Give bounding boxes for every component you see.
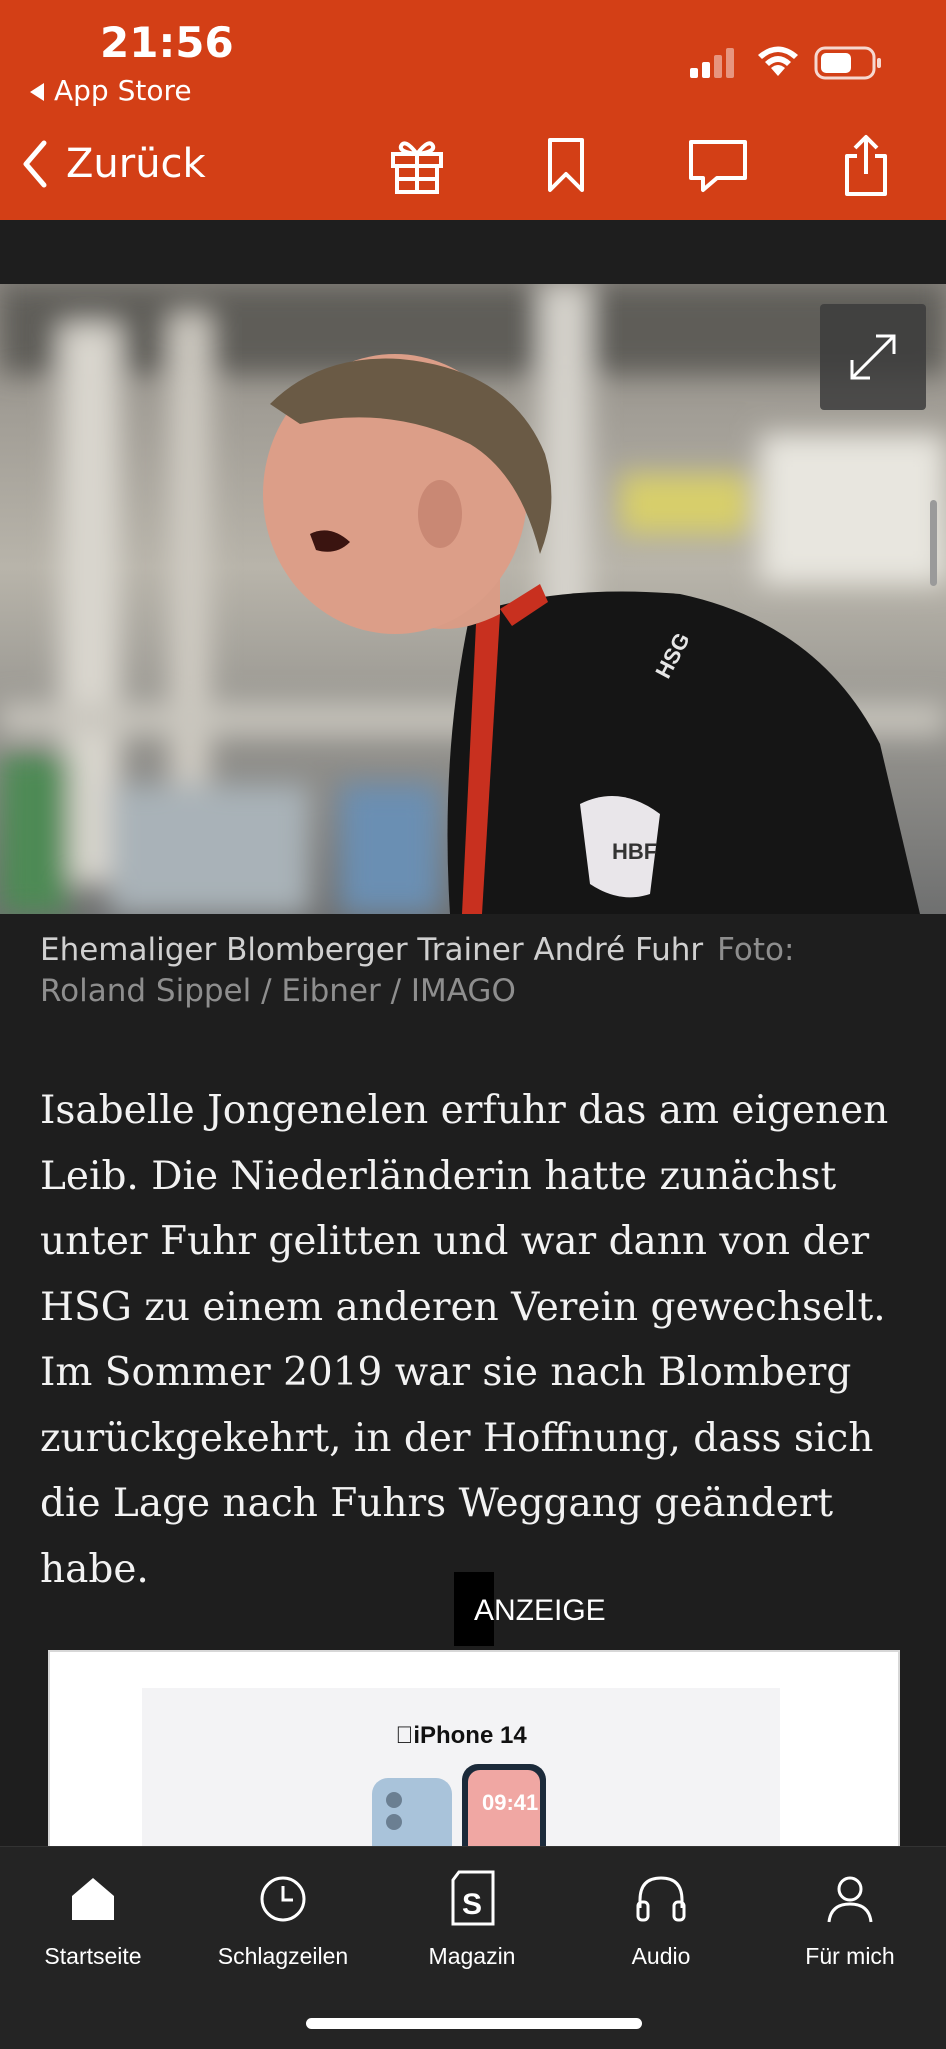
coach-photo: HBF HSG: [0, 284, 946, 914]
back-button[interactable]: Zurück: [20, 136, 206, 192]
clock-icon: [260, 1876, 306, 1922]
svg-text:HBF: HBF: [612, 839, 657, 864]
expand-icon: [850, 334, 896, 380]
tab-schlagzeilen[interactable]: Schlagzeilen: [188, 1869, 378, 1970]
comments-button[interactable]: [686, 134, 750, 198]
share-icon: [845, 135, 887, 196]
back-triangle-icon: [30, 83, 44, 101]
tab-label-startseite: Startseite: [44, 1943, 142, 1969]
tab-label-magazin: Magazin: [428, 1943, 516, 1969]
tab-audio[interactable]: Audio: [566, 1869, 756, 1970]
svg-text:S: S: [462, 1888, 482, 1921]
gift-button[interactable]: [385, 134, 449, 198]
tab-fuer-mich[interactable]: Für mich: [755, 1869, 945, 1970]
tab-label-audio: Audio: [631, 1943, 691, 1969]
ad-screen-time: 09:41: [482, 1790, 538, 1815]
caption-text: Ehemaliger Blomberger Trainer André Fuhr: [40, 932, 704, 968]
ad-brand-text: iPhone 14: [404, 1722, 526, 1749]
apple-logo-icon: : [395, 1722, 413, 1749]
status-bar: 21:56 App Store: [0, 0, 946, 110]
fullscreen-button[interactable]: [820, 304, 926, 410]
home-icon: [72, 1878, 114, 1920]
cellular-signal-icon: [690, 48, 734, 78]
tab-startseite[interactable]: Startseite: [0, 1869, 188, 1970]
status-time: 21:56: [100, 18, 234, 67]
tab-label-fuer-mich: Für mich: [805, 1943, 895, 1969]
tab-magazin[interactable]: S Magazin: [377, 1869, 567, 1970]
person-icon: [827, 1876, 873, 1923]
chevron-left-icon: [23, 140, 47, 188]
image-caption: Ehemaliger Blomberger Trainer André Fuhr…: [40, 930, 910, 1012]
headphones-icon: [636, 1876, 686, 1922]
bookmark-icon: [548, 138, 584, 192]
battery-icon: [814, 46, 881, 80]
share-button[interactable]: [834, 134, 898, 198]
gift-icon: [391, 141, 443, 194]
ad-label: ANZEIGE: [474, 1594, 606, 1627]
comment-icon: [689, 140, 747, 192]
magazine-icon: S: [451, 1870, 495, 1926]
scroll-indicator[interactable]: [930, 500, 937, 586]
advertisement[interactable]: iPhone 14 09:41: [48, 1650, 900, 1874]
tab-label-schlagzeilen: Schlagzeilen: [217, 1943, 349, 1969]
ad-brand: iPhone 14: [142, 1722, 780, 1750]
article-hero-image[interactable]: HBF HSG: [0, 284, 946, 914]
article-toolbar: Zurück: [0, 110, 946, 220]
home-indicator[interactable]: [306, 2018, 642, 2029]
article-paragraph: Isabelle Jongenelen erfuhr das am eigene…: [40, 1088, 889, 1592]
wifi-icon: [758, 46, 798, 76]
back-to-app-store-link[interactable]: App Store: [30, 74, 192, 107]
back-button-label: Zurück: [66, 141, 206, 187]
back-app-label: App Store: [54, 74, 192, 107]
bookmark-button[interactable]: [534, 134, 598, 198]
